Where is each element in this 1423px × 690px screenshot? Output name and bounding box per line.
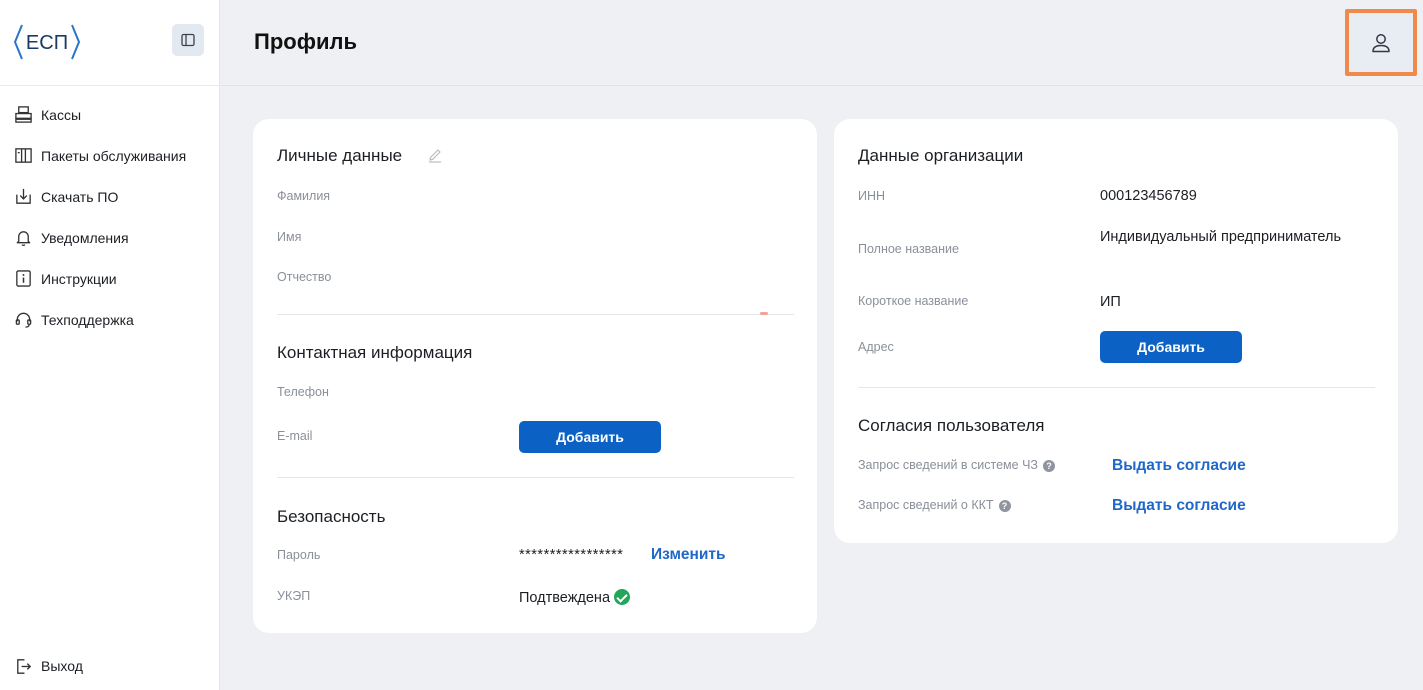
sidebar-item-service-packages[interactable]: Пакеты обслуживания	[0, 135, 220, 176]
chz-consent-label: Запрос сведений в системе ЧЗ?	[858, 458, 1055, 472]
divider	[277, 477, 794, 478]
sidebar-item-label: Уведомления	[41, 229, 129, 246]
help-icon[interactable]: ?	[1042, 460, 1055, 472]
collapse-sidebar-button[interactable]	[172, 24, 204, 56]
inn-label: ИНН	[858, 189, 886, 203]
phone-label: Телефон	[277, 385, 329, 399]
address-label: Адрес	[858, 340, 894, 354]
surname-label: Фамилия	[277, 189, 331, 203]
email-label: E-mail	[277, 429, 313, 443]
grant-chz-consent-link[interactable]: Выдать согласие	[1112, 457, 1246, 475]
contacts-title: Контактная информация	[277, 343, 473, 362]
personal-data-title: Личные данные	[277, 146, 403, 165]
profile-button[interactable]	[1345, 9, 1417, 76]
ukep-value: Подтвеждена	[519, 590, 611, 606]
logo-text: ЕСП	[26, 32, 68, 54]
sidebar-item-notifications[interactable]: Уведомления	[0, 217, 220, 258]
add-address-button[interactable]: Добавить	[1100, 331, 1242, 363]
sidebar-item-label: Кассы	[41, 106, 82, 123]
short-name-value: ИП	[1100, 294, 1121, 310]
bell-icon	[16, 231, 31, 247]
logout-label: Выход	[41, 658, 83, 674]
logout-button[interactable]: Выход	[0, 654, 220, 678]
security-title: Безопасность	[277, 507, 386, 526]
ukep-status: Подтвеждена	[519, 589, 631, 606]
change-password-link[interactable]: Изменить	[651, 546, 726, 564]
check-icon	[614, 589, 631, 605]
sidebar-item-support[interactable]: Техподдержка	[0, 299, 220, 340]
page-title: Профиль	[254, 29, 357, 54]
sidebar-item-label: Инструкции	[41, 270, 117, 287]
help-icon[interactable]: ?	[998, 500, 1011, 512]
divider	[277, 314, 794, 315]
add-email-button[interactable]: Добавить	[519, 421, 661, 453]
sidebar-item-label: Пакеты обслуживания	[41, 147, 187, 164]
inn-value: 000123456789	[1100, 188, 1197, 204]
sidebar: ЕСП Кассы Пакеты обслуживания Скачать ПО…	[0, 0, 220, 690]
user-icon	[1372, 33, 1390, 52]
kkt-consent-text: Запрос сведений о ККТ	[858, 498, 994, 512]
sidebar-toggle-icon	[181, 33, 195, 47]
chz-consent-text: Запрос сведений в системе ЧЗ	[858, 458, 1038, 472]
sidebar-item-instructions[interactable]: Инструкции	[0, 258, 220, 299]
full-name-label: Полное название	[858, 242, 959, 256]
sidebar-item-cash-registers[interactable]: Кассы	[0, 94, 220, 135]
sidebar-item-label: Техподдержка	[41, 311, 134, 328]
sidebar-item-download-software[interactable]: Скачать ПО	[0, 176, 220, 217]
error-indicator	[760, 312, 768, 315]
full-name-value: Индивидуальный предприниматель	[1100, 229, 1342, 245]
ukep-label: УКЭП	[277, 589, 311, 603]
consents-title: Согласия пользователя	[858, 416, 1045, 435]
logo-icon: ЕСП	[13, 24, 81, 60]
short-name-label: Короткое название	[858, 294, 969, 308]
download-icon	[16, 188, 31, 204]
info-icon	[16, 270, 31, 287]
edit-icon[interactable]	[427, 147, 443, 163]
logo[interactable]: ЕСП	[12, 22, 82, 62]
password-value: *****************	[519, 547, 624, 563]
topbar: Профиль	[221, 0, 1423, 86]
register-icon	[15, 106, 32, 123]
sidebar-header: ЕСП	[0, 0, 219, 86]
sidebar-item-label: Скачать ПО	[41, 188, 119, 205]
sidebar-nav: Кассы Пакеты обслуживания Скачать ПО Уве…	[0, 94, 220, 340]
name-label: Имя	[277, 230, 302, 244]
divider	[858, 387, 1375, 388]
headset-icon	[15, 312, 32, 328]
organization-title: Данные организации	[858, 146, 1024, 165]
grant-kkt-consent-link[interactable]: Выдать согласие	[1112, 497, 1246, 515]
password-label: Пароль	[277, 548, 321, 562]
patronymic-label: Отчество	[277, 270, 332, 284]
logout-icon	[17, 658, 32, 674]
package-icon	[15, 148, 32, 163]
kkt-consent-label: Запрос сведений о ККТ?	[858, 498, 1011, 512]
